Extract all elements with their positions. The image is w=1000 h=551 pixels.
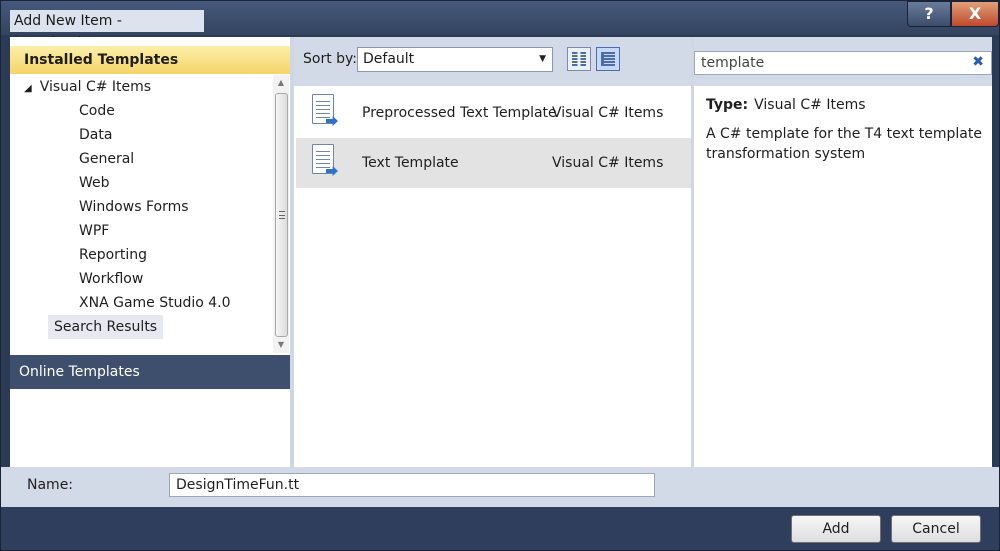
help-button[interactable]: ? bbox=[907, 1, 951, 27]
scroll-down-arrow-icon[interactable]: ▼ bbox=[273, 337, 289, 353]
template-item-category: Visual C# Items bbox=[552, 155, 664, 171]
sort-by-value: Default bbox=[363, 51, 415, 67]
tree-item-search-results[interactable]: Search Results bbox=[48, 315, 164, 339]
template-item-category: Visual C# Items bbox=[552, 105, 664, 121]
dialog-content: Installed Templates ◢ Visual C# Items Cod… bbox=[10, 37, 992, 467]
template-item-text-template[interactable]: Text Template Visual C# Items bbox=[296, 138, 691, 188]
search-bar: ✖ bbox=[694, 37, 992, 86]
clear-search-icon[interactable]: ✖ bbox=[972, 54, 984, 70]
type-value: Visual C# Items bbox=[754, 97, 866, 113]
template-list: Preprocessed Text Template Visual C# Ite… bbox=[296, 86, 691, 467]
title-bar[interactable]: Add New Item - Introduction ? X bbox=[1, 1, 999, 51]
small-icons-view-button[interactable] bbox=[567, 47, 591, 71]
template-description: A C# template for the T4 text template t… bbox=[706, 126, 982, 162]
scroll-thumb[interactable] bbox=[275, 93, 288, 337]
name-row: Name: bbox=[1, 467, 999, 507]
template-type-line: Type: Visual C# Items bbox=[706, 97, 866, 113]
tree-item-wpf[interactable]: WPF bbox=[79, 219, 109, 243]
tree-item-workflow[interactable]: Workflow bbox=[79, 267, 143, 291]
cancel-button[interactable]: Cancel bbox=[891, 515, 981, 543]
add-new-item-dialog: Add New Item - Introduction ? X Installe… bbox=[0, 0, 1000, 551]
template-item-name: Text Template bbox=[362, 155, 459, 171]
details-list-icon bbox=[601, 52, 615, 66]
tree-item-general[interactable]: General bbox=[79, 147, 134, 171]
tree-item-code[interactable]: Code bbox=[79, 99, 115, 123]
text-template-file-icon bbox=[312, 144, 338, 180]
tree-item-data[interactable]: Data bbox=[79, 123, 112, 147]
template-list-panel: Sort by: Default ▼ Preprocessed Text Tem… bbox=[294, 37, 691, 467]
installed-templates-header[interactable]: Installed Templates bbox=[10, 46, 290, 74]
details-view-button[interactable] bbox=[596, 47, 620, 71]
expand-arrow-icon[interactable]: ◢ bbox=[24, 77, 32, 101]
sort-by-dropdown[interactable]: Default ▼ bbox=[357, 47, 553, 72]
scroll-up-arrow-icon[interactable]: ▲ bbox=[273, 75, 289, 91]
tree-item-xna-game-studio[interactable]: XNA Game Studio 4.0 bbox=[79, 291, 231, 315]
template-categories-panel: Installed Templates ◢ Visual C# Items Cod… bbox=[10, 37, 290, 467]
tree-item-visual-csharp-items[interactable]: ◢ Visual C# Items bbox=[24, 75, 151, 99]
name-label: Name: bbox=[27, 477, 74, 493]
window-title: Add New Item - Introduction bbox=[10, 10, 204, 51]
tree-item-windows-forms[interactable]: Windows Forms bbox=[79, 195, 189, 219]
dialog-footer: Add Cancel bbox=[1, 507, 999, 550]
add-button[interactable]: Add bbox=[791, 515, 881, 543]
template-details-panel: ✖ Type: Visual C# Items A C# template for… bbox=[694, 37, 992, 467]
grip-icon bbox=[279, 211, 285, 219]
small-icons-icon bbox=[572, 52, 586, 66]
template-item-name: Preprocessed Text Template bbox=[362, 105, 557, 121]
search-installed-templates-input[interactable] bbox=[694, 51, 992, 75]
sort-toolbar: Sort by: Default ▼ bbox=[294, 37, 691, 86]
text-template-file-icon bbox=[312, 94, 338, 130]
online-templates-header[interactable]: Online Templates bbox=[10, 355, 290, 389]
name-input[interactable] bbox=[169, 473, 655, 497]
tree-scrollbar[interactable]: ▲ ▼ bbox=[273, 75, 289, 353]
tree-item-reporting[interactable]: Reporting bbox=[79, 243, 147, 267]
tree-item-web[interactable]: Web bbox=[79, 171, 110, 195]
tree-item-label: Visual C# Items bbox=[39, 79, 152, 95]
sort-by-label: Sort by: bbox=[303, 51, 358, 67]
dropdown-arrow-icon: ▼ bbox=[539, 54, 546, 64]
type-label: Type: bbox=[706, 97, 749, 113]
template-tree: ◢ Visual C# Items Code Data General Web W… bbox=[10, 75, 272, 353]
close-button[interactable]: X bbox=[951, 1, 999, 27]
template-item-preprocessed-text-template[interactable]: Preprocessed Text Template Visual C# Ite… bbox=[296, 88, 691, 138]
